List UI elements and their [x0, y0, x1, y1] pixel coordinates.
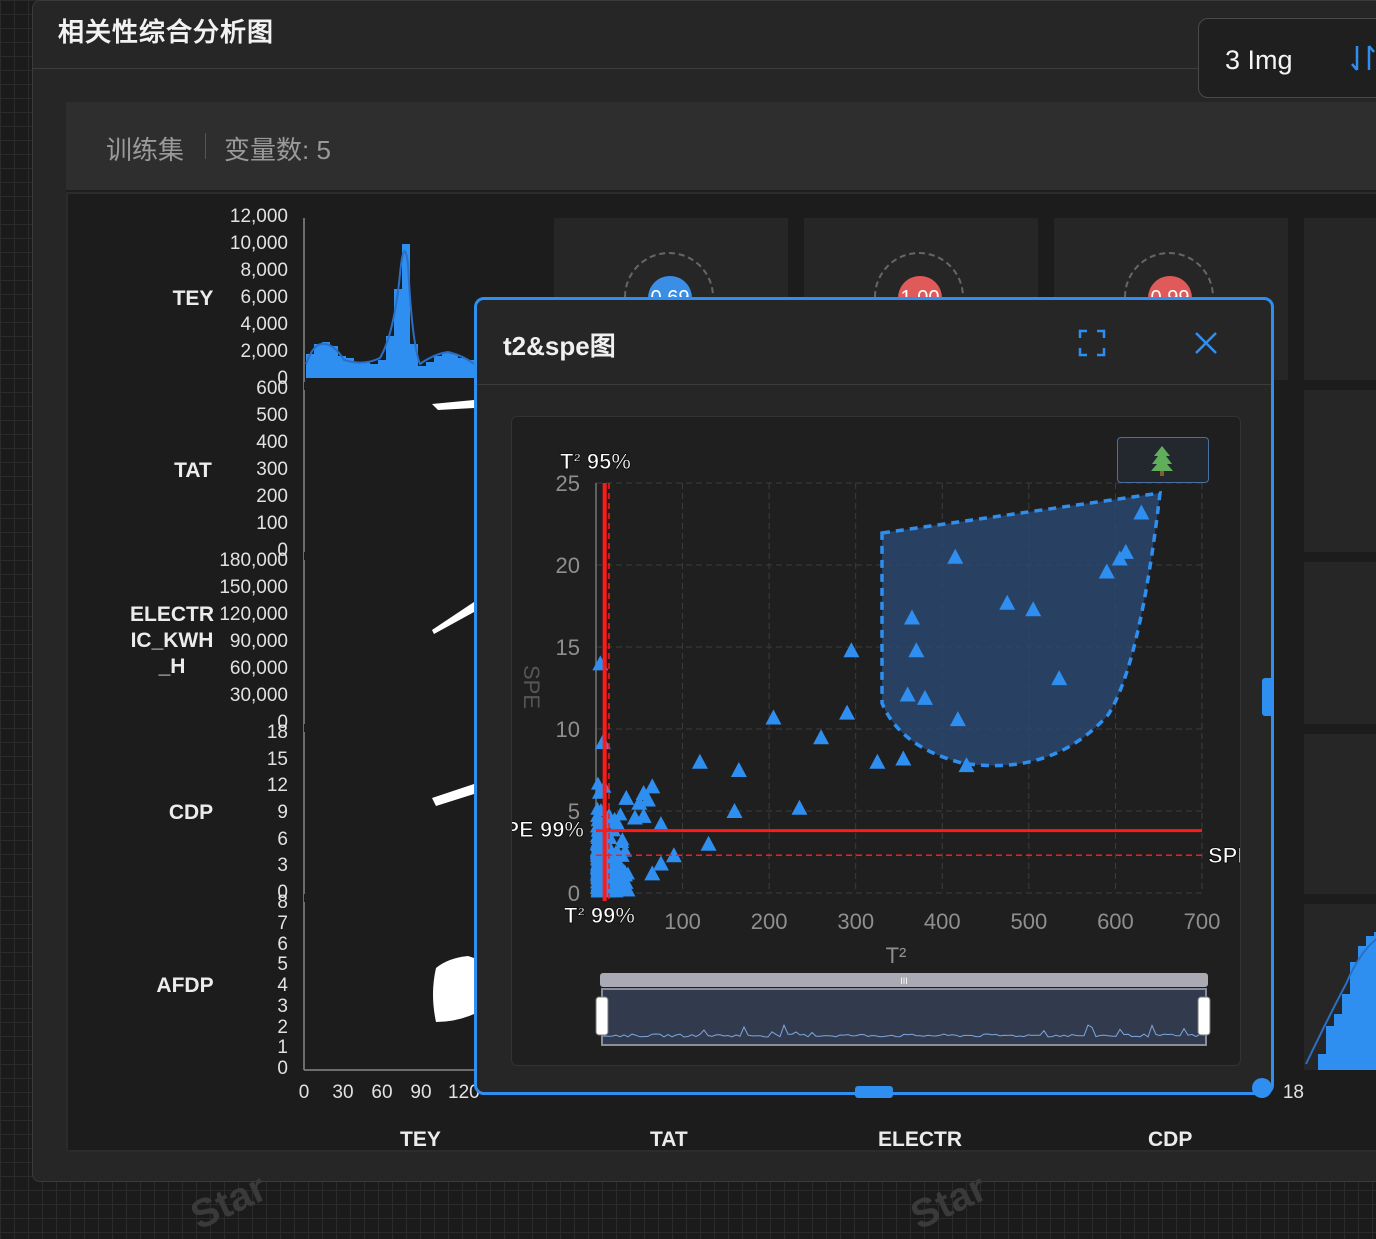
- x-tick-label: 90: [410, 1082, 432, 1103]
- resize-handle-right[interactable]: [1262, 678, 1274, 716]
- x-tick-label: 700: [1184, 909, 1221, 934]
- column-label-tat: TAT: [650, 1128, 688, 1151]
- y-tick-label: 25: [556, 471, 580, 496]
- x-tick-label: 300: [837, 909, 874, 934]
- x-tick-label: 500: [1010, 909, 1047, 934]
- zoom-slider-grip: III: [900, 976, 908, 986]
- data-point: [839, 704, 856, 720]
- x-tick-label: 18: [1282, 1082, 1304, 1103]
- sort-icon[interactable]: [1349, 43, 1376, 78]
- y-tick-label: 10: [556, 717, 580, 742]
- resize-handle-corner[interactable]: [1252, 1078, 1272, 1098]
- x-tick-label: 200: [751, 909, 788, 934]
- column-label-electr: ELECTR: [878, 1128, 962, 1151]
- limit-label-t2-99: T² 99%: [564, 903, 635, 928]
- anomaly-region: [880, 490, 1163, 768]
- data-point: [700, 835, 717, 851]
- y-axis-label: SPE: [519, 665, 544, 709]
- t2-spe-dialog[interactable]: t2&spe图 0 5 10 15 20 25 100 200 300 400 500 600 700 T…: [474, 297, 1274, 1095]
- scatter-plot: 0510152025100 200 300 400 500 600 700T²SPET² 9…: [489, 449, 1253, 1046]
- x-tick-label: 60: [371, 1082, 393, 1103]
- zoom-slider-handle: [1197, 996, 1211, 1036]
- limit-label-t2-95: T² 95%: [560, 449, 631, 474]
- x-tick-label: 600: [1097, 909, 1134, 934]
- y-tick-label: 20: [556, 553, 580, 578]
- data-point: [843, 642, 860, 658]
- x-tick-label: 100: [664, 909, 701, 934]
- data-point: [813, 729, 830, 745]
- toolbox-button[interactable]: [1117, 437, 1209, 483]
- info-separator: [205, 133, 206, 159]
- resize-handle-bottom[interactable]: [855, 1086, 893, 1098]
- data-point: [652, 816, 669, 832]
- limit-label-spe-99: SPE 99%: [512, 817, 584, 842]
- image-count-badge[interactable]: 3 Img: [1198, 18, 1376, 98]
- data-point: [869, 753, 886, 769]
- dataset-label[interactable]: 训练集: [106, 130, 184, 167]
- limit-label-spe: SPE: [1208, 843, 1240, 868]
- data-point: [618, 789, 635, 805]
- variable-count: 变量数: 5: [224, 135, 331, 165]
- data-point: [765, 709, 782, 725]
- title-divider: [33, 68, 1376, 69]
- data-point: [730, 762, 747, 777]
- image-count-label: 3 Img: [1225, 45, 1293, 75]
- page-title: 相关性综合分析图: [58, 17, 275, 47]
- tree-icon: [1148, 444, 1176, 481]
- tey-histogram: [305, 244, 475, 378]
- data-point: [644, 778, 661, 794]
- x-tick-label: 400: [924, 909, 961, 934]
- column-label-cdp: CDP: [1148, 1128, 1193, 1151]
- data-point: [652, 855, 669, 871]
- data-point: [791, 799, 808, 815]
- zoom-slider-handle: [595, 996, 609, 1036]
- x-tick-label: 0: [298, 1082, 310, 1103]
- x-tick-label: 120: [448, 1082, 480, 1103]
- dialog-title: t2&spe图: [503, 331, 616, 361]
- close-icon[interactable]: [1193, 330, 1219, 361]
- data-point: [895, 750, 912, 766]
- data-point: [691, 753, 708, 769]
- fullscreen-icon[interactable]: [1077, 328, 1107, 363]
- dialog-divider: [477, 384, 1271, 385]
- y-tick-label: 15: [556, 635, 580, 660]
- x-axis-label: T²: [886, 943, 907, 968]
- afdp-histogram: [1305, 932, 1376, 1070]
- x-tick-label: 30: [332, 1082, 354, 1103]
- t2-spe-chart: 0 5 10 15 20 25 100 200 300 400 500 600 700 T² SPE T² 9…: [489, 416, 1253, 1066]
- column-label-tey: TEY: [400, 1128, 441, 1151]
